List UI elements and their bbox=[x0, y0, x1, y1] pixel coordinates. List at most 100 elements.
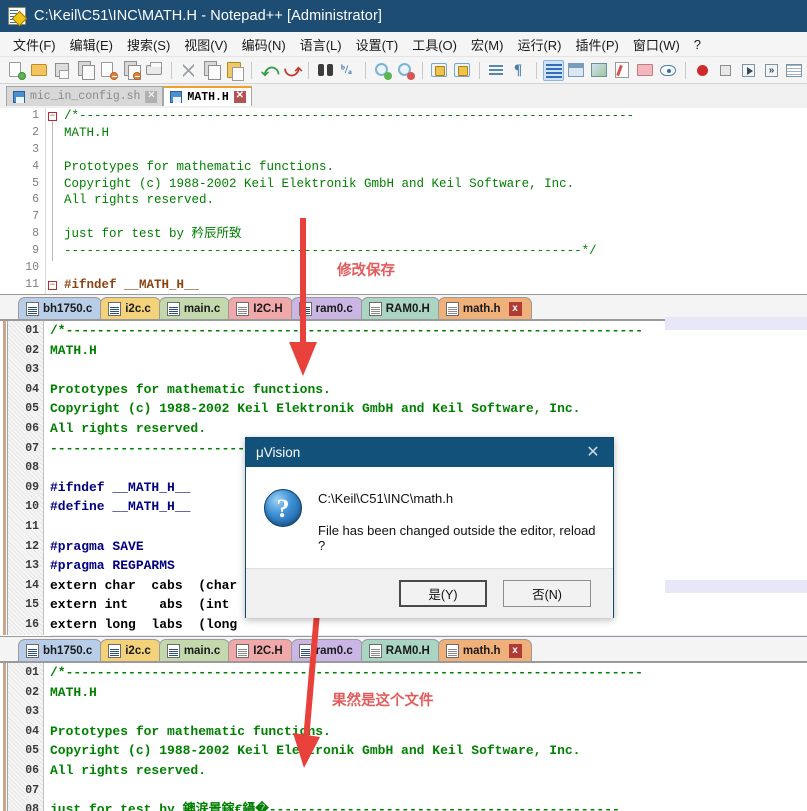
dialog-yes-button[interactable]: 是(Y) bbox=[399, 580, 487, 607]
new-file-icon[interactable] bbox=[6, 60, 27, 81]
keil-tab-i2c-h[interactable]: I2C.H bbox=[228, 297, 292, 320]
keil-tab-ram0-c[interactable]: ram0.c bbox=[291, 639, 363, 662]
copy-icon[interactable] bbox=[201, 60, 222, 81]
code-line: /*--------------------------------------… bbox=[64, 108, 807, 125]
close-icon[interactable]: ✕ bbox=[573, 438, 613, 467]
line-number: 09 bbox=[8, 478, 43, 498]
menu-language[interactable]: 语言(L) bbox=[293, 33, 349, 56]
h-file-icon bbox=[369, 644, 382, 658]
keil-tab-bh1750-c[interactable]: bh1750.c bbox=[18, 639, 102, 662]
save-all-icon[interactable] bbox=[75, 60, 96, 81]
stop-record-icon[interactable] bbox=[715, 60, 736, 81]
run-macro-multiple-icon[interactable]: » bbox=[761, 60, 782, 81]
code-line: Prototypes for mathematic functions. bbox=[64, 159, 807, 176]
menu-view[interactable]: 视图(V) bbox=[177, 33, 234, 56]
zoom-out-icon[interactable] bbox=[395, 60, 416, 81]
toolbar-separator bbox=[685, 62, 686, 79]
document-map-icon[interactable] bbox=[589, 60, 610, 81]
menu-encoding[interactable]: 编码(N) bbox=[235, 33, 293, 56]
code-line: Prototypes for mathematic functions. bbox=[50, 380, 807, 400]
line-number: 3 bbox=[0, 142, 45, 159]
notepadpp-editor[interactable]: 1 2 3 4 5 6 7 8 9 10 11 − − /*----------… bbox=[0, 108, 807, 295]
menu-macro[interactable]: 宏(M) bbox=[464, 33, 511, 56]
npp-tab-close-icon[interactable]: ✕ bbox=[234, 91, 246, 103]
cut-icon[interactable] bbox=[178, 60, 199, 81]
code-line: /*--------------------------------------… bbox=[50, 663, 807, 683]
keil-tab-i2c-h[interactable]: I2C.H bbox=[228, 639, 292, 662]
toolbar-separator bbox=[251, 62, 252, 79]
find-icon[interactable] bbox=[315, 60, 336, 81]
toolbar-separator bbox=[536, 62, 537, 79]
menu-tools[interactable]: 工具(O) bbox=[405, 33, 464, 56]
open-file-icon[interactable] bbox=[29, 60, 50, 81]
replace-icon[interactable]: ᵇ/ₐ bbox=[338, 60, 359, 81]
menu-file[interactable]: 文件(F) bbox=[6, 33, 63, 56]
keil-tab-ram0-h[interactable]: RAM0.H bbox=[361, 297, 440, 320]
keil-bottom-editor[interactable]: 01 02 03 04 05 06 07 08 09 /*-----------… bbox=[0, 663, 807, 811]
indent-guide-icon[interactable] bbox=[543, 60, 564, 81]
fold-collapse-icon[interactable]: − bbox=[48, 112, 57, 121]
close-file-icon[interactable] bbox=[98, 60, 119, 81]
save-icon[interactable] bbox=[52, 60, 73, 81]
keil-tab-main-c[interactable]: main.c bbox=[159, 297, 230, 320]
keil-tab-i2c-c[interactable]: i2c.c bbox=[100, 297, 161, 320]
line-number: 08 bbox=[8, 458, 43, 478]
sync-horizontal-icon[interactable] bbox=[452, 60, 473, 81]
menu-help[interactable]: ? bbox=[687, 35, 708, 54]
folder-as-workspace-icon[interactable] bbox=[635, 60, 656, 81]
keil-tab-math-h[interactable]: math.h x bbox=[438, 639, 532, 662]
record-macro-icon[interactable] bbox=[692, 60, 713, 81]
notepadpp-toolbar: ⤺ ⤻ ᵇ/ₐ ¶ » bbox=[0, 57, 807, 84]
line-number: 06 bbox=[8, 761, 43, 781]
keil-tab-ram0-h[interactable]: RAM0.H bbox=[361, 639, 440, 662]
keil-tab-ram0-c[interactable]: ram0.c bbox=[291, 297, 363, 320]
notepadpp-menubar: 文件(F) 编辑(E) 搜索(S) 视图(V) 编码(N) 语言(L) 设置(T… bbox=[0, 32, 807, 57]
user-defined-dialog-icon[interactable] bbox=[566, 60, 587, 81]
keil-tab-i2c-c[interactable]: i2c.c bbox=[100, 639, 161, 662]
line-number: 9 bbox=[0, 243, 45, 260]
npp-tab-mic-in-config[interactable]: mic_in_config.sh ✕ bbox=[6, 86, 163, 106]
line-number: 5 bbox=[0, 176, 45, 193]
keil-tab-math-h[interactable]: math.h x bbox=[438, 297, 532, 320]
menu-window[interactable]: 窗口(W) bbox=[626, 33, 687, 56]
zoom-in-icon[interactable] bbox=[372, 60, 393, 81]
keil-tab-bh1750-c[interactable]: bh1750.c bbox=[18, 297, 102, 320]
h-file-icon bbox=[236, 302, 249, 316]
fold-collapse-icon[interactable]: − bbox=[48, 281, 57, 290]
menu-settings[interactable]: 设置(T) bbox=[349, 33, 406, 56]
keil-tab-label: I2C.H bbox=[253, 645, 282, 657]
notepadpp-code-area[interactable]: /*--------------------------------------… bbox=[60, 108, 807, 295]
keil-bottom-code-area[interactable]: /*--------------------------------------… bbox=[44, 663, 807, 811]
keil-tab-close-icon[interactable]: x bbox=[509, 644, 522, 658]
undo-icon[interactable]: ⤺ bbox=[258, 60, 279, 81]
keil-tab-close-icon[interactable]: x bbox=[509, 302, 522, 316]
code-line: #ifndef __MATH_H__ bbox=[64, 277, 807, 294]
menu-search[interactable]: 搜索(S) bbox=[120, 33, 177, 56]
c-file-icon bbox=[108, 644, 121, 658]
code-line: MATH.H bbox=[64, 125, 807, 142]
print-icon[interactable] bbox=[144, 60, 165, 81]
close-all-icon[interactable] bbox=[121, 60, 142, 81]
line-number: 10 bbox=[8, 497, 43, 517]
function-list-icon[interactable] bbox=[612, 60, 633, 81]
sync-vertical-icon[interactable] bbox=[429, 60, 450, 81]
npp-tab-close-icon[interactable]: ✕ bbox=[145, 91, 157, 103]
c-file-icon bbox=[108, 302, 121, 316]
question-mark-icon: ? bbox=[264, 489, 302, 527]
redo-icon[interactable]: ⤻ bbox=[281, 60, 302, 81]
dialog-no-button[interactable]: 否(N) bbox=[503, 580, 591, 607]
monitoring-icon[interactable] bbox=[658, 60, 679, 81]
keil-tab-main-c[interactable]: main.c bbox=[159, 639, 230, 662]
notepadpp-fold-margin[interactable]: − − bbox=[46, 108, 60, 295]
menu-edit[interactable]: 编辑(E) bbox=[63, 33, 120, 56]
play-macro-icon[interactable] bbox=[738, 60, 759, 81]
paste-icon[interactable] bbox=[224, 60, 245, 81]
word-wrap-icon[interactable] bbox=[486, 60, 507, 81]
menu-plugins[interactable]: 插件(P) bbox=[569, 33, 626, 56]
npp-tab-math-h[interactable]: MATH.H ✕ bbox=[163, 86, 251, 106]
dialog-message: File has been changed outside the editor… bbox=[318, 523, 597, 553]
line-number: 05 bbox=[8, 741, 43, 761]
save-macro-icon[interactable] bbox=[784, 60, 805, 81]
menu-run[interactable]: 运行(R) bbox=[510, 33, 568, 56]
show-all-chars-icon[interactable]: ¶ bbox=[509, 60, 530, 81]
